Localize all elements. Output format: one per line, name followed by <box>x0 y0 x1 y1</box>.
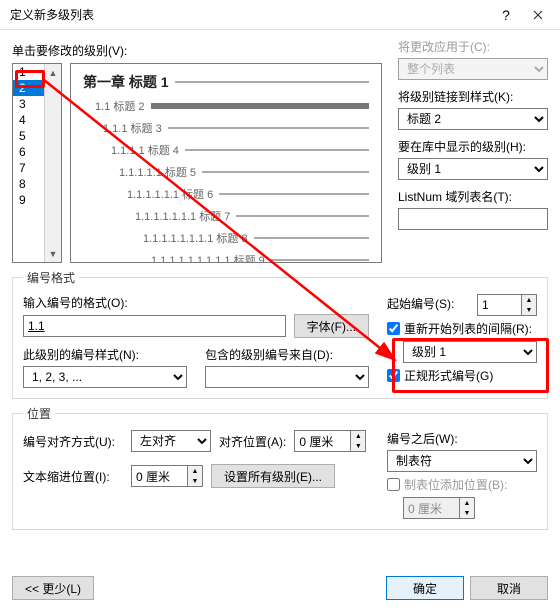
preview-line: 第一章 标题 1 <box>83 72 369 92</box>
include-label: 包含的级别编号来自(D): <box>205 346 369 363</box>
spin-up-icon[interactable]: ▲ <box>522 295 536 305</box>
position-group: 位置 编号对齐方式(U): 左对齐 对齐位置(A): ▲ ▼ <box>12 405 548 530</box>
start-input[interactable] <box>477 294 521 316</box>
include-select[interactable] <box>205 366 369 388</box>
scrollbar[interactable]: ▲ ▼ <box>44 64 61 262</box>
align-at-label: 对齐位置(A): <box>219 433 286 450</box>
scroll-up-icon[interactable]: ▲ <box>45 64 61 81</box>
level-item[interactable]: 5 <box>13 128 44 144</box>
help-button[interactable]: ? <box>490 1 522 29</box>
level-item[interactable]: 3 <box>13 96 44 112</box>
level-item[interactable]: 2 <box>13 80 44 96</box>
tab-stop-input <box>403 497 459 519</box>
preview-line: 1.1.1 标题 3 <box>103 120 369 136</box>
spin-down-icon[interactable]: ▼ <box>522 305 536 315</box>
legal-label: 正规形式编号(G) <box>404 367 493 384</box>
format-label: 输入编号的格式(O): <box>23 294 369 311</box>
tab-stop-row[interactable]: 制表位添加位置(B): <box>387 476 537 493</box>
gallery-label: 要在库中显示的级别(H): <box>398 138 548 155</box>
follow-label: 编号之后(W): <box>387 430 537 447</box>
level-item[interactable]: 1 <box>13 64 44 80</box>
preview-pane: 第一章 标题 1 1.1 标题 2 1.1.1 标题 3 1.1.1.1 标题 4 1.… <box>70 63 382 263</box>
preview-line: 1.1.1.1.1 标题 5 <box>119 164 369 180</box>
indent-label: 文本缩进位置(I): <box>23 468 123 485</box>
style-select[interactable]: 1, 2, 3, ... <box>23 366 187 388</box>
preview-line: 1.1.1.1.1.1.1.1.1 标题 9 <box>151 252 369 263</box>
preview-line: 1.1.1.1.1.1.1 标题 7 <box>135 208 369 224</box>
close-icon <box>533 10 543 20</box>
align-select[interactable]: 左对齐 <box>131 430 211 452</box>
spin-down-icon[interactable]: ▼ <box>351 441 365 451</box>
scroll-down-icon[interactable]: ▼ <box>45 245 61 262</box>
font-button[interactable]: 字体(F)... <box>294 314 369 338</box>
listnum-input[interactable] <box>398 208 548 230</box>
restart-label: 重新开始列表的间隔(R): <box>404 320 532 337</box>
tab-stop-label: 制表位添加位置(B): <box>404 476 507 493</box>
apply-to-label: 将更改应用于(C): <box>398 38 548 55</box>
spin-up-icon[interactable]: ▲ <box>351 431 365 441</box>
level-item[interactable]: 7 <box>13 160 44 176</box>
cancel-button[interactable]: 取消 <box>470 576 548 600</box>
select-level-label: 单击要修改的级别(V): <box>12 42 382 59</box>
link-style-select[interactable]: 标题 2 <box>398 108 548 130</box>
less-button[interactable]: << 更少(L) <box>12 576 94 600</box>
ok-button[interactable]: 确定 <box>386 576 464 600</box>
start-label: 起始编号(S): <box>387 295 471 312</box>
spin-up-icon[interactable]: ▲ <box>188 466 202 476</box>
spin-down-icon[interactable]: ▼ <box>188 476 202 486</box>
preview-line: 1.1 标题 2 <box>95 98 369 114</box>
restart-checkbox-row[interactable]: 重新开始列表的间隔(R): <box>387 320 537 337</box>
levels-listbox[interactable]: 123456789 ▲ ▼ <box>12 63 62 263</box>
level-item[interactable]: 4 <box>13 112 44 128</box>
preview-line: 1.1.1.1.1.1 标题 6 <box>127 186 369 202</box>
style-label: 此级别的编号样式(N): <box>23 346 187 363</box>
restart-select[interactable]: 级别 1 <box>403 341 537 363</box>
preview-line: 1.1.1.1 标题 4 <box>111 142 369 158</box>
align-label: 编号对齐方式(U): <box>23 433 123 450</box>
follow-select[interactable]: 制表符 <box>387 450 537 472</box>
number-format-legend: 编号格式 <box>23 269 79 286</box>
link-style-label: 将级别链接到样式(K): <box>398 88 548 105</box>
legal-checkbox[interactable] <box>387 369 400 382</box>
indent-input[interactable] <box>131 465 187 487</box>
close-button[interactable] <box>522 1 554 29</box>
position-legend: 位置 <box>23 405 55 422</box>
dialog-title: 定义新多级列表 <box>10 6 490 23</box>
apply-to-select: 整个列表 <box>398 58 548 80</box>
level-item[interactable]: 6 <box>13 144 44 160</box>
restart-checkbox[interactable] <box>387 322 400 335</box>
spin-down-icon: ▼ <box>460 508 474 518</box>
gallery-select[interactable]: 级别 1 <box>398 158 548 180</box>
align-at-input[interactable] <box>294 430 350 452</box>
legal-checkbox-row[interactable]: 正规形式编号(G) <box>387 367 537 384</box>
format-input[interactable] <box>23 315 286 337</box>
number-format-group: 编号格式 输入编号的格式(O): 字体(F)... 此级别的编号样式(N): 1… <box>12 269 548 399</box>
set-all-button[interactable]: 设置所有级别(E)... <box>211 464 335 488</box>
spin-up-icon: ▲ <box>460 498 474 508</box>
preview-line: 1.1.1.1.1.1.1.1 标题 8 <box>143 230 369 246</box>
level-item[interactable]: 8 <box>13 176 44 192</box>
listnum-label: ListNum 域列表名(T): <box>398 188 548 205</box>
level-item[interactable]: 9 <box>13 192 44 208</box>
tab-stop-checkbox[interactable] <box>387 478 400 491</box>
